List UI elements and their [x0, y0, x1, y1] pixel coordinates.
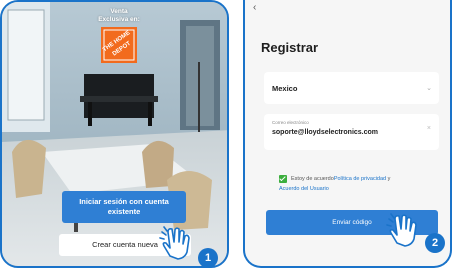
- country-value: Mexico: [272, 83, 298, 93]
- privacy-policy-link[interactable]: Política de privacidad: [334, 176, 386, 182]
- promo-line-2: Exclusiva en:: [98, 16, 140, 23]
- email-label: Correo electrónico: [272, 120, 309, 125]
- promo-block: Venta Exclusiva en: THE HOME DEPOT: [86, 8, 152, 64]
- country-select[interactable]: Mexico ⌄: [264, 72, 439, 104]
- email-value: soporte@lloydselectronics.com: [272, 129, 379, 136]
- chevron-down-icon: ⌄: [426, 85, 432, 92]
- email-field[interactable]: Correo electrónico soporte@lloydselectro…: [264, 114, 439, 150]
- step-2-badge: 2: [425, 233, 445, 253]
- agree-and: y: [386, 176, 391, 182]
- home-depot-logo: THE HOME DEPOT: [100, 26, 138, 64]
- login-existing-button[interactable]: Iniciar sesión con cuenta existente: [62, 191, 186, 223]
- back-arrow-icon[interactable]: ‹: [253, 2, 256, 13]
- promo-line-1: Venta: [110, 8, 128, 15]
- clear-icon[interactable]: ×: [427, 125, 431, 132]
- step-1-badge: 1: [198, 248, 218, 268]
- agree-checkbox[interactable]: [279, 174, 287, 183]
- tap-hand-icon: [159, 226, 190, 260]
- tap-hand-icon: [386, 213, 417, 247]
- page-title: Registrar: [261, 40, 319, 55]
- agree-text: Estoy de acuerdo: [291, 176, 334, 182]
- agreement-row: Estoy de acuerdoPolítica de privacidad y…: [279, 174, 439, 194]
- user-agreement-link[interactable]: Acuerdo del Usuario: [279, 186, 329, 192]
